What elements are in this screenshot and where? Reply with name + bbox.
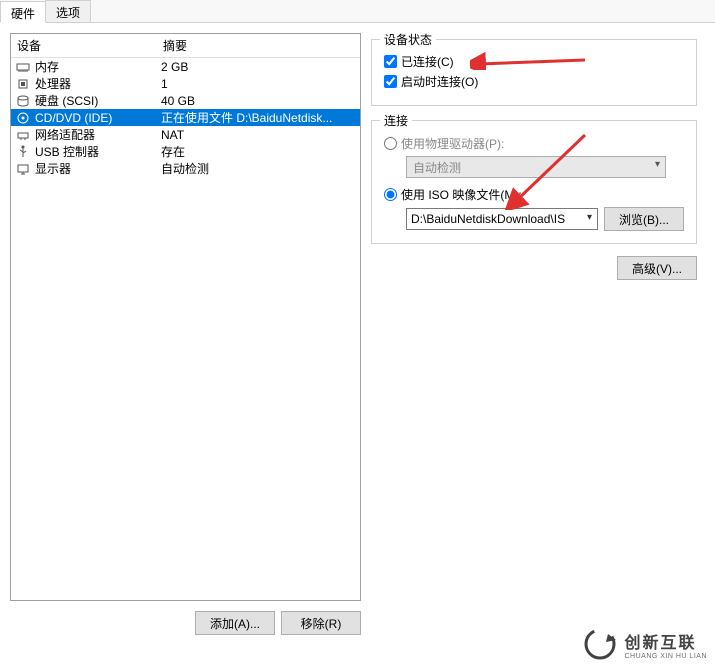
list-cell-device: CD/DVD (IDE) [35,111,161,125]
network-icon [15,127,31,143]
tab-hardware[interactable]: 硬件 [0,1,46,23]
list-cell-summary: 40 GB [161,94,360,108]
display-icon [15,161,31,177]
col-header-device[interactable]: 设备 [11,37,159,54]
list-cell-summary: 自动检测 [161,160,360,177]
list-row-usb[interactable]: USB 控制器 存在 [11,143,360,160]
connect-power-on-checkbox-row[interactable]: 启动时连接(O) [384,73,684,90]
cpu-icon [15,76,31,92]
connection-group: 连接 使用物理驱动器(P): 使用 ISO 映像文件(M): 浏览(B)... [371,120,697,244]
watermark-logo-icon [582,626,618,662]
connected-checkbox[interactable] [384,55,397,68]
connected-label: 已连接(C) [401,53,454,70]
cd-icon [15,110,31,126]
connection-title: 连接 [380,112,412,129]
remove-button[interactable]: 移除(R) [281,611,361,635]
physical-drive-select [406,156,666,178]
list-row-memory[interactable]: 内存 2 GB [11,58,360,75]
use-iso-radio-row[interactable]: 使用 ISO 映像文件(M): [384,186,684,203]
use-iso-label: 使用 ISO 映像文件(M): [401,186,522,203]
list-cell-device: 显示器 [35,160,161,177]
iso-path-input[interactable] [406,208,598,230]
memory-icon [15,59,31,75]
list-row-display[interactable]: 显示器 自动检测 [11,160,360,177]
list-row-cpu[interactable]: 处理器 1 [11,75,360,92]
list-cell-summary: 正在使用文件 D:\BaiduNetdisk... [161,109,360,126]
device-status-title: 设备状态 [380,31,436,48]
watermark-subtext: CHUANG XIN HU LIAN [624,653,707,660]
use-physical-radio-row[interactable]: 使用物理驱动器(P): [384,135,684,152]
list-cell-summary: 存在 [161,143,360,160]
disk-icon [15,93,31,109]
tab-options[interactable]: 选项 [45,0,91,22]
watermark-text: 创新互联 [624,629,707,653]
use-physical-radio[interactable] [384,137,397,150]
list-cell-summary: 2 GB [161,60,360,74]
list-cell-summary: 1 [161,77,360,91]
list-cell-device: 内存 [35,58,161,75]
list-cell-device: 网络适配器 [35,126,161,143]
connect-power-on-label: 启动时连接(O) [401,73,478,90]
list-cell-summary: NAT [161,128,360,142]
list-cell-device: 处理器 [35,75,161,92]
list-cell-device: 硬盘 (SCSI) [35,92,161,109]
list-row-network[interactable]: 网络适配器 NAT [11,126,360,143]
list-row-disk[interactable]: 硬盘 (SCSI) 40 GB [11,92,360,109]
add-button[interactable]: 添加(A)... [195,611,275,635]
tab-bar: 硬件 选项 [0,0,715,23]
list-header: 设备 摘要 [11,34,360,58]
advanced-button[interactable]: 高级(V)... [617,256,697,280]
list-row-cddvd[interactable]: CD/DVD (IDE) 正在使用文件 D:\BaiduNetdisk... [11,109,360,126]
connect-power-on-checkbox[interactable] [384,75,397,88]
browse-button[interactable]: 浏览(B)... [604,207,684,231]
list-cell-device: USB 控制器 [35,143,161,160]
use-iso-radio[interactable] [384,188,397,201]
device-status-group: 设备状态 已连接(C) 启动时连接(O) [371,39,697,106]
usb-icon [15,144,31,160]
device-list: 设备 摘要 内存 2 GB 处理器 1 [10,33,361,601]
col-header-summary[interactable]: 摘要 [159,37,360,54]
connected-checkbox-row[interactable]: 已连接(C) [384,53,684,70]
watermark: 创新互联 CHUANG XIN HU LIAN [582,626,707,662]
use-physical-label: 使用物理驱动器(P): [401,135,504,152]
